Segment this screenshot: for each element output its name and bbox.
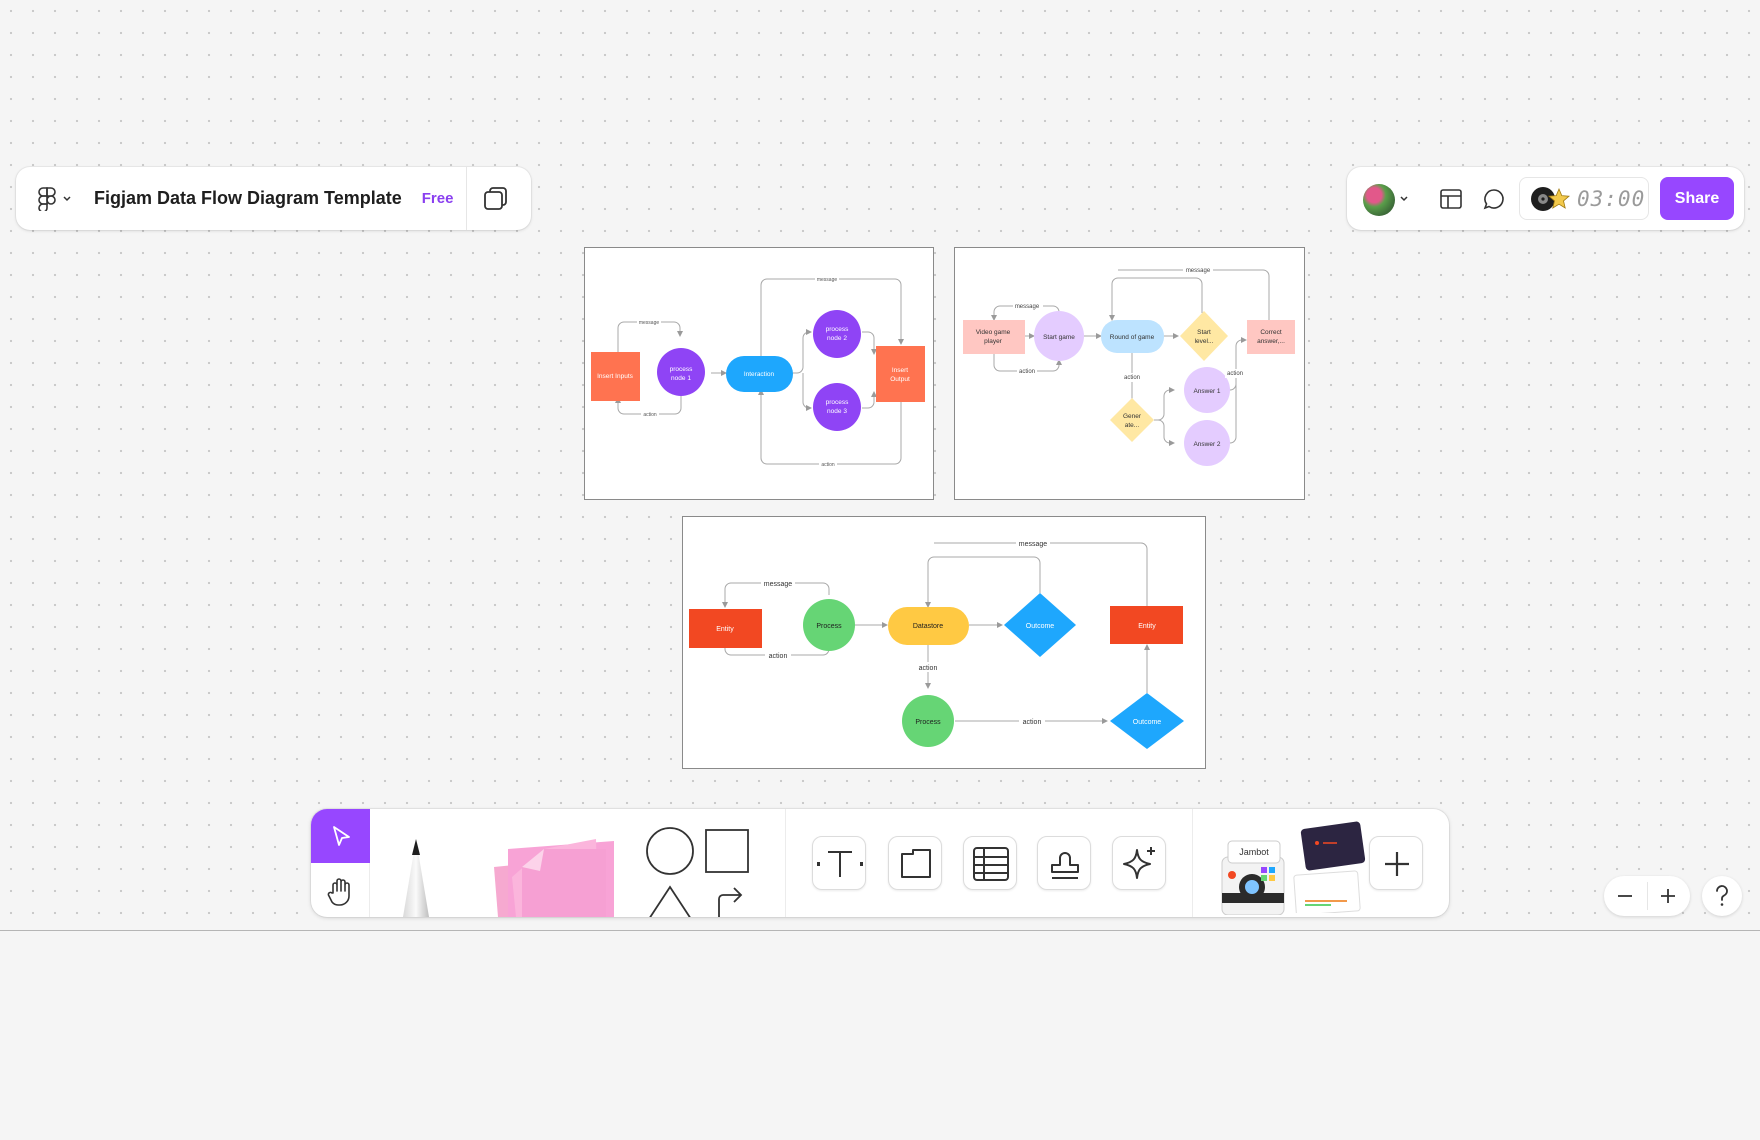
node-insert-output-a: Insert	[892, 367, 908, 374]
node-process-1-a: process	[670, 366, 694, 373]
edge-label: action	[769, 653, 788, 660]
edge-label: message	[1015, 304, 1040, 310]
section-tool-button[interactable]	[888, 836, 942, 890]
node-correct-a: Correct	[1260, 329, 1282, 336]
plan-badge[interactable]: Free	[422, 190, 454, 207]
stamp-icon	[1051, 852, 1079, 879]
edge-label: action	[919, 665, 938, 672]
avatar[interactable]	[1363, 184, 1395, 216]
sparkle-icon	[1123, 847, 1155, 879]
node-generate-b: ate...	[1125, 422, 1140, 429]
star-icon	[1548, 188, 1570, 209]
edge-label: message	[817, 277, 838, 283]
node-process-2-a: process	[826, 326, 850, 333]
edge-label: message	[764, 581, 793, 588]
node-outcome-top: Outcome	[1026, 623, 1055, 630]
edge-label: action	[821, 462, 835, 468]
stamp-tool-button[interactable]	[1037, 836, 1091, 890]
section-icon	[901, 849, 931, 878]
node-round-of-game: Round of game	[1110, 334, 1155, 341]
ai-tool-button[interactable]	[1112, 836, 1166, 890]
node-start-level-a: Start	[1197, 329, 1211, 336]
text-tool-button[interactable]	[812, 836, 866, 890]
timer-widget[interactable]: 03:00	[1519, 177, 1649, 220]
node-process-top: Process	[816, 623, 842, 630]
diagram-2: Video game player Start game Round of ga…	[963, 266, 1295, 466]
node-insert-output-b: Output	[890, 376, 910, 383]
help-button[interactable]	[1702, 876, 1742, 916]
diagram-1: Insert Inputs process node 1 Interaction…	[591, 275, 925, 468]
edge-label: action	[643, 412, 657, 418]
divider	[466, 167, 467, 230]
file-title[interactable]: Figjam Data Flow Diagram Template	[94, 188, 402, 209]
node-player-b: player	[984, 338, 1003, 345]
diagram-3: Entity Process Datastore Outcome Entity …	[689, 538, 1184, 749]
node-generate-a: Gener	[1123, 413, 1142, 420]
pages-icon[interactable]	[482, 185, 510, 213]
chevron-down-icon	[63, 195, 71, 201]
node-process-2-b: node 2	[827, 335, 847, 342]
node-entity-left: Entity	[716, 626, 734, 633]
edge-label: action	[1227, 371, 1243, 377]
node-process-3-a: process	[826, 399, 850, 406]
plus-icon	[1385, 852, 1409, 876]
node-answer-2: Answer 2	[1193, 441, 1220, 448]
layout-panel-icon[interactable]	[1439, 187, 1463, 211]
edge-label: action	[1023, 719, 1042, 726]
node-process-3-b: node 3	[827, 408, 847, 415]
bottom-toolbar: Jambot	[311, 809, 1449, 917]
header-actions: 03:00 Share	[1347, 167, 1744, 230]
cursor-icon	[333, 826, 350, 846]
zoom-controls	[1604, 876, 1690, 916]
node-interaction: Interaction	[744, 371, 775, 378]
jambot-widget-icon[interactable]: Jambot	[1216, 827, 1291, 915]
node-entity-right: Entity	[1138, 623, 1156, 630]
comment-icon[interactable]	[1482, 187, 1506, 211]
diagram-frame-1[interactable]: Insert Inputs process node 1 Interaction…	[584, 247, 934, 500]
sticky-note-icon[interactable]	[486, 827, 626, 917]
edge-label: action	[1124, 375, 1140, 381]
select-tool-button[interactable]	[311, 809, 370, 863]
divider	[785, 809, 786, 917]
hand-icon	[327, 878, 350, 906]
node-start-level-b: level...	[1195, 338, 1214, 345]
node-insert-inputs: Insert Inputs	[597, 373, 634, 380]
file-bar: Figjam Data Flow Diagram Template Free	[16, 167, 531, 230]
node-start-game: Start game	[1043, 334, 1075, 341]
jambot-label: Jambot	[1239, 847, 1269, 857]
main-menu-button[interactable]	[38, 186, 72, 211]
node-correct-b: answer,...	[1257, 338, 1285, 345]
hand-tool-button[interactable]	[311, 863, 370, 917]
edge-label: message	[639, 320, 660, 326]
marker-pen-icon[interactable]	[381, 819, 451, 917]
node-player-a: Video game	[976, 329, 1011, 336]
diagram-frame-3[interactable]: Entity Process Datastore Outcome Entity …	[682, 516, 1206, 769]
figma-logo-icon	[38, 186, 56, 211]
help-icon	[1716, 885, 1728, 906]
edge-label: action	[1019, 369, 1035, 375]
node-process-bottom: Process	[915, 719, 941, 726]
widget-cards-icon[interactable]	[1289, 821, 1369, 913]
divider	[1192, 809, 1193, 917]
divider	[1647, 882, 1648, 910]
diagram-frame-2[interactable]: Video game player Start game Round of ga…	[954, 247, 1305, 500]
table-icon	[973, 847, 1009, 881]
table-tool-button[interactable]	[963, 836, 1017, 890]
more-tools-button[interactable]	[1369, 836, 1423, 890]
shapes-icon[interactable]	[646, 827, 756, 917]
text-icon	[817, 851, 863, 877]
chevron-down-icon[interactable]	[1399, 195, 1409, 203]
edge-label: message	[1186, 268, 1211, 274]
node-outcome-bottom: Outcome	[1133, 719, 1162, 726]
zoom-out-icon[interactable]	[1616, 888, 1634, 904]
timer-text: 03:00	[1577, 187, 1646, 211]
zoom-in-icon[interactable]	[1659, 887, 1677, 905]
edge-label: message	[1019, 541, 1048, 548]
node-answer-1: Answer 1	[1193, 388, 1220, 395]
share-button[interactable]: Share	[1660, 177, 1734, 220]
node-datastore: Datastore	[913, 623, 943, 630]
node-process-1-b: node 1	[671, 375, 691, 382]
